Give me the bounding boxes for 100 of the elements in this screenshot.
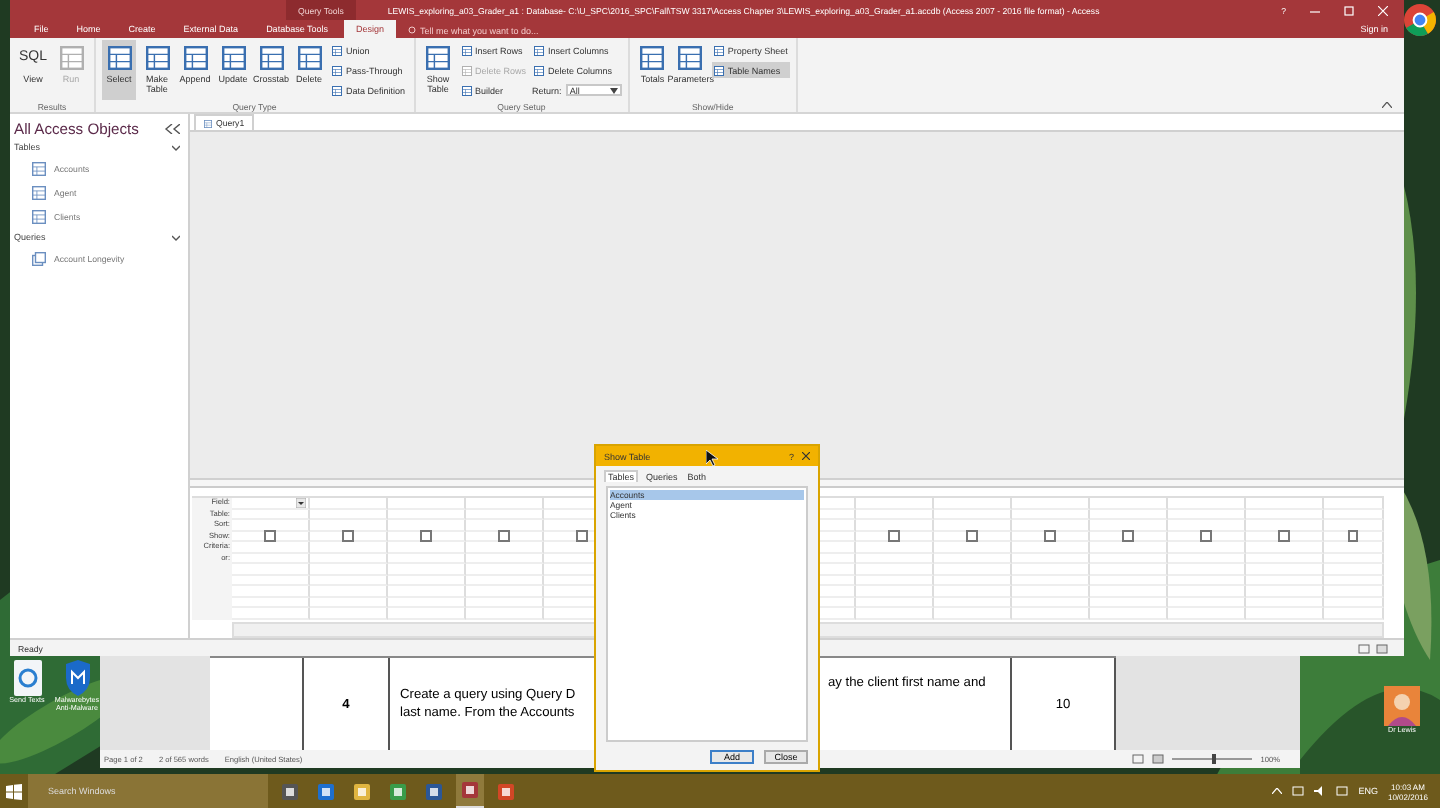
grid-cell[interactable] (466, 498, 544, 509)
collapse-icon[interactable] (172, 143, 180, 151)
show-checkbox[interactable] (1347, 530, 1359, 541)
show-checkbox[interactable] (264, 530, 276, 541)
grid-cell[interactable] (310, 509, 388, 520)
grid-cell[interactable] (1012, 509, 1090, 520)
grid-cell[interactable] (1246, 597, 1324, 608)
grid-cell[interactable] (934, 509, 1012, 520)
grid-cell[interactable] (1090, 608, 1168, 619)
grid-cell[interactable] (1012, 542, 1090, 553)
grid-cell[interactable] (466, 564, 544, 575)
show-checkbox[interactable] (888, 530, 900, 541)
show-checkbox[interactable] (1122, 530, 1134, 541)
chevron-icon[interactable] (1272, 788, 1283, 794)
grid-cell[interactable] (1324, 542, 1384, 553)
grid-cell[interactable] (232, 509, 310, 520)
grid-cell[interactable] (856, 608, 934, 619)
collapse-icon[interactable] (1382, 102, 1392, 108)
grid-cell[interactable] (310, 575, 388, 586)
grid-cell[interactable] (232, 553, 310, 564)
grid-cell[interactable] (466, 597, 544, 608)
minimize-icon[interactable] (1310, 5, 1320, 15)
grid-cell[interactable] (232, 564, 310, 575)
grid-cell[interactable] (1324, 608, 1384, 619)
grid-cell[interactable] (856, 553, 934, 564)
show-checkbox[interactable] (498, 530, 510, 541)
app-icon[interactable] (498, 783, 514, 799)
grid-cell[interactable] (1168, 608, 1246, 619)
grid-cell[interactable] (1324, 575, 1384, 586)
grid-cell[interactable] (934, 564, 1012, 575)
collapse-icon[interactable] (172, 233, 180, 241)
grid-cell[interactable] (310, 531, 388, 542)
volume-icon[interactable] (1314, 786, 1327, 796)
show-checkbox[interactable] (1200, 530, 1212, 541)
message-icon[interactable] (1336, 786, 1349, 796)
grid-cell[interactable] (1246, 531, 1324, 542)
grid-cell[interactable] (856, 586, 934, 597)
grid-cell[interactable] (1012, 575, 1090, 586)
grid-cell[interactable] (856, 564, 934, 575)
grid-cell[interactable] (388, 575, 466, 586)
grid-cell[interactable] (1246, 542, 1324, 553)
document-icon[interactable] (426, 783, 442, 799)
grid-cell[interactable] (388, 608, 466, 619)
grid-cell[interactable] (1090, 597, 1168, 608)
grid-cell[interactable] (466, 553, 544, 564)
grid-cell[interactable] (1324, 509, 1384, 520)
grid-cell[interactable] (1168, 597, 1246, 608)
grid-cell[interactable] (310, 553, 388, 564)
dropdown-icon[interactable] (296, 498, 306, 508)
grid-cell[interactable] (232, 586, 310, 597)
grid-cell[interactable] (1012, 498, 1090, 509)
grid-cell[interactable] (388, 553, 466, 564)
grid-cell[interactable] (310, 542, 388, 553)
grid-cell[interactable] (856, 498, 934, 509)
grid-cell[interactable] (1090, 564, 1168, 575)
database-icon[interactable] (462, 782, 478, 798)
grid-cell[interactable] (1168, 542, 1246, 553)
show-checkbox[interactable] (1278, 530, 1290, 541)
maximize-icon[interactable] (1344, 5, 1354, 15)
grid-cell[interactable] (388, 542, 466, 553)
grid-cell[interactable] (1012, 597, 1090, 608)
grid-cell[interactable] (1246, 509, 1324, 520)
shield-icon[interactable] (61, 660, 93, 696)
grid-cell[interactable] (934, 608, 1012, 619)
network-icon[interactable] (1292, 786, 1305, 796)
start-icon[interactable] (6, 783, 22, 799)
grid-cell[interactable] (466, 531, 544, 542)
grid-cell[interactable] (388, 509, 466, 520)
show-checkbox[interactable] (342, 530, 354, 541)
grid-cell[interactable] (1324, 553, 1384, 564)
grid-cell[interactable] (466, 586, 544, 597)
browser-icon[interactable] (1404, 4, 1436, 36)
grid-cell[interactable] (934, 531, 1012, 542)
grid-cell[interactable] (1324, 564, 1384, 575)
grid-cell[interactable] (856, 597, 934, 608)
browser-icon[interactable] (390, 783, 406, 799)
grid-cell[interactable] (1246, 553, 1324, 564)
grid-cell[interactable] (1012, 586, 1090, 597)
grid-cell[interactable] (1246, 498, 1324, 509)
grid-cell[interactable] (1090, 553, 1168, 564)
grid-cell[interactable] (934, 498, 1012, 509)
show-checkbox[interactable] (1044, 530, 1056, 541)
grid-cell[interactable] (934, 553, 1012, 564)
grid-cell[interactable] (1090, 586, 1168, 597)
grid-cell[interactable] (856, 575, 934, 586)
grid-cell[interactable] (856, 542, 934, 553)
grid-cell[interactable] (232, 608, 310, 619)
app-icon[interactable] (11, 660, 43, 696)
grid-cell[interactable] (1324, 531, 1384, 542)
grid-cell[interactable] (1246, 608, 1324, 619)
grid-cell[interactable] (856, 509, 934, 520)
grid-cell[interactable] (934, 542, 1012, 553)
grid-cell[interactable] (466, 575, 544, 586)
show-checkbox[interactable] (966, 530, 978, 541)
grid-cell[interactable] (466, 509, 544, 520)
grid-cell[interactable] (1012, 531, 1090, 542)
show-checkbox[interactable] (420, 530, 432, 541)
grid-cell[interactable] (388, 586, 466, 597)
grid-cell[interactable] (388, 531, 466, 542)
grid-cell[interactable] (466, 608, 544, 619)
